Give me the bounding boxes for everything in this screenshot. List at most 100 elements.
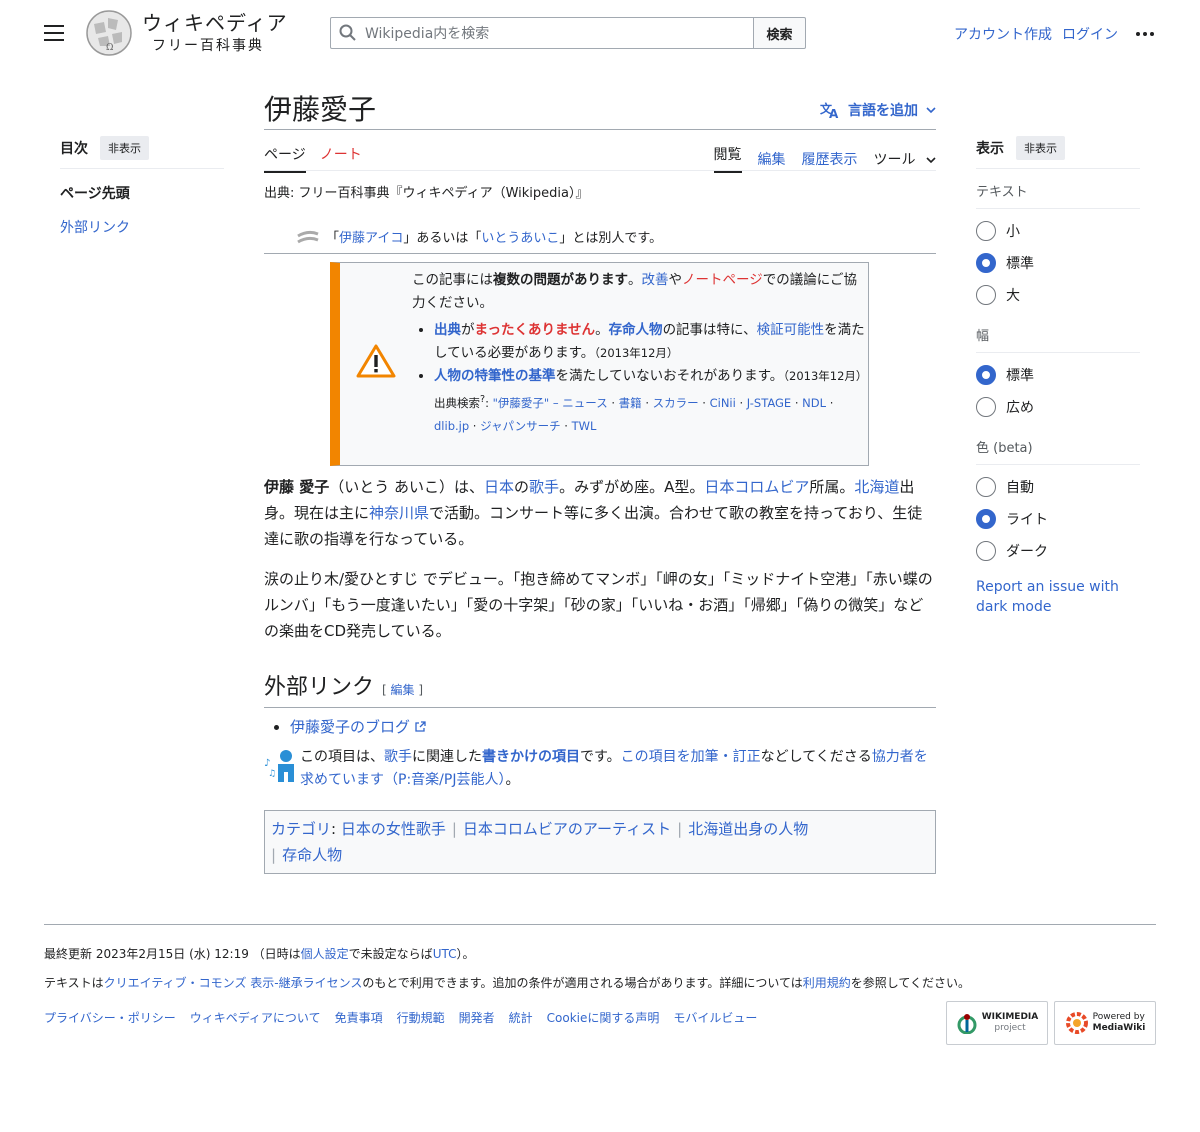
blog-link-label: 伊藤愛子のブログ — [290, 718, 411, 736]
paragraph-text: 。みずがめ座。A型。 — [559, 478, 705, 496]
talk-page-link[interactable]: ノートページ — [682, 272, 763, 288]
width-standard[interactable]: 標準 — [976, 359, 1140, 391]
search-placeholder: Wikipedia内を検索 — [365, 26, 490, 42]
color-light[interactable]: ライト — [976, 503, 1140, 535]
verifiability-link[interactable]: 検証可能性 — [757, 322, 825, 338]
more-options-icon[interactable] — [1136, 32, 1154, 36]
hatnote-link-aiko-hiragana[interactable]: いとうあいこ — [481, 231, 559, 246]
svg-text:♫: ♫ — [268, 769, 276, 779]
radio-label: 標準 — [1006, 368, 1034, 384]
tab-edit[interactable]: 編集 — [758, 149, 786, 169]
powered-by-mediawiki-badge[interactable]: Powered by MediaWiki — [1054, 1001, 1156, 1045]
subject-name: 伊藤 愛子 — [264, 478, 330, 496]
login-link[interactable]: ログイン — [1062, 24, 1118, 44]
footer-link[interactable]: 免責事項 — [335, 1009, 383, 1026]
report-dark-mode-link[interactable]: Report an issue with dark mode — [976, 577, 1140, 617]
create-account-link[interactable]: アカウント作成 — [954, 24, 1052, 44]
footer-link[interactable]: 行動規範 — [397, 1009, 445, 1026]
category-link[interactable]: 存命人物 — [282, 846, 342, 864]
stub-edit-link[interactable]: この項目を加筆・訂正 — [621, 749, 761, 765]
text-size-small[interactable]: 小 — [976, 215, 1140, 247]
stub-text: に関連した — [412, 749, 482, 765]
stub-text: です。 — [580, 749, 621, 765]
singer-link[interactable]: 歌手 — [529, 478, 559, 496]
ambox-text: 。 — [595, 322, 609, 338]
hokkaido-link[interactable]: 北海道 — [854, 478, 899, 496]
categories-label[interactable]: カテゴリ — [271, 820, 331, 838]
japan-link[interactable]: 日本 — [484, 478, 514, 496]
search-button[interactable]: 検索 — [754, 17, 806, 49]
radio-icon — [976, 541, 996, 561]
search-link-scholar[interactable]: スカラー — [653, 396, 699, 410]
preferences-link[interactable]: 個人設定 — [301, 947, 349, 961]
wikimedia-project-badge[interactable]: WIKIMEDIA project — [946, 1001, 1048, 1045]
tab-tools[interactable]: ツール — [874, 149, 936, 169]
search-link-twl[interactable]: TWL — [572, 419, 597, 433]
stub-project-link[interactable]: （P:音楽/PJ芸能人） — [384, 772, 505, 788]
search-link-japansearch[interactable]: ジャパンサーチ — [480, 419, 561, 433]
tab-page[interactable]: ページ — [264, 144, 306, 173]
search-link-news[interactable]: "伊藤愛子" – ニュース — [493, 396, 608, 410]
footer-link[interactable]: プライバシー・ポリシー — [44, 1009, 176, 1026]
table-of-contents: 目次 非表示 ページ先頭 外部リンク — [60, 136, 224, 237]
language-icon: 文A — [820, 101, 839, 119]
search-link-cinii[interactable]: CiNii — [710, 396, 736, 410]
search-link-books[interactable]: 書籍 — [619, 396, 642, 410]
toc-item-top[interactable]: ページ先頭 — [60, 183, 224, 203]
tab-talk[interactable]: ノート — [320, 144, 362, 173]
toc-hide-button[interactable]: 非表示 — [100, 136, 149, 160]
color-dark[interactable]: ダーク — [976, 535, 1140, 567]
appearance-hide-button[interactable]: 非表示 — [1016, 136, 1065, 160]
issue-item: 出典がまったくありません。存命人物の記事は特に、検証可能性を満たしている必要があ… — [434, 319, 868, 365]
footer-link[interactable]: Cookieに関する声明 — [547, 1009, 660, 1026]
radio-icon — [976, 221, 996, 241]
toc-item-external-links[interactable]: 外部リンク — [60, 217, 224, 237]
tab-read[interactable]: 閲覧 — [713, 144, 742, 173]
living-person-link[interactable]: 存命人物 — [609, 322, 663, 338]
color-auto[interactable]: 自動 — [976, 471, 1140, 503]
text-size-large[interactable]: 大 — [976, 279, 1140, 311]
radio-icon — [976, 253, 996, 273]
improve-link[interactable]: 改善 — [642, 272, 669, 288]
notability-link[interactable]: 人物の特筆性の基準 — [434, 368, 556, 384]
width-wide[interactable]: 広め — [976, 391, 1140, 423]
text-size-standard[interactable]: 標準 — [976, 247, 1140, 279]
add-languages-button[interactable]: 文A 言語を追加 — [820, 100, 936, 120]
footer-link[interactable]: 統計 — [509, 1009, 533, 1026]
footer-link[interactable]: モバイルビュー — [673, 1009, 757, 1026]
footer-link[interactable]: ウィキペディアについて — [190, 1009, 321, 1026]
category-link[interactable]: 日本コロムビアのアーティスト — [463, 820, 671, 838]
tab-history[interactable]: 履歴表示 — [802, 149, 858, 169]
hatnote-link-aiko-katakana[interactable]: 伊藤アイコ — [339, 231, 403, 246]
kanagawa-link[interactable]: 神奈川県 — [369, 504, 429, 522]
category-link[interactable]: 日本の女性歌手 — [341, 820, 446, 838]
main-menu-button[interactable] — [44, 25, 64, 41]
footer-link[interactable]: 開発者 — [459, 1009, 495, 1026]
search-link-ndl[interactable]: NDL — [802, 396, 826, 410]
license-link[interactable]: クリエイティブ・コモンズ 表示-継承ライセンス — [104, 976, 363, 990]
wikipedia-logo[interactable]: Ω ウィキペディア フリー百科事典 — [84, 10, 288, 56]
stub-singer-link[interactable]: 歌手 — [384, 749, 412, 765]
section-edit-link[interactable]: 編集 — [391, 683, 415, 697]
categories-box: カテゴリ: 日本の女性歌手 | 日本コロムビアのアーティスト | 北海道出身の人物 | 存命… — [264, 810, 936, 874]
radio-icon — [976, 365, 996, 385]
category-link[interactable]: 北海道出身の人物 — [688, 820, 808, 838]
badge-text: WIKIMEDIA — [981, 1012, 1039, 1022]
utc-link[interactable]: UTC — [433, 947, 457, 961]
footer-text: で未設定ならば — [348, 947, 433, 961]
color-label: 色 (beta) — [976, 437, 1140, 465]
search-icon — [339, 24, 356, 41]
search-link-jstage[interactable]: J-STAGE — [747, 396, 791, 410]
blog-external-link[interactable]: 伊藤愛子のブログ — [290, 718, 426, 736]
search-link-dlib[interactable]: dlib.jp — [434, 419, 469, 433]
sources-link[interactable]: 出典 — [434, 322, 461, 338]
stub-notice: ♪ ♫ この項目は、歌手に関連した書きかけの項目です。この項目を加筆・訂正などして… — [264, 746, 936, 792]
nippon-columbia-link[interactable]: 日本コロムビア — [704, 478, 809, 496]
wikimedia-icon — [957, 1014, 977, 1034]
svg-text:Ω: Ω — [106, 43, 113, 53]
search-input[interactable]: Wikipedia内を検索 — [330, 17, 754, 49]
radio-icon — [976, 477, 996, 497]
terms-link[interactable]: 利用規約 — [803, 976, 851, 990]
toc-title: 目次 — [60, 141, 88, 157]
stub-link[interactable]: 書きかけの項目 — [482, 749, 580, 765]
